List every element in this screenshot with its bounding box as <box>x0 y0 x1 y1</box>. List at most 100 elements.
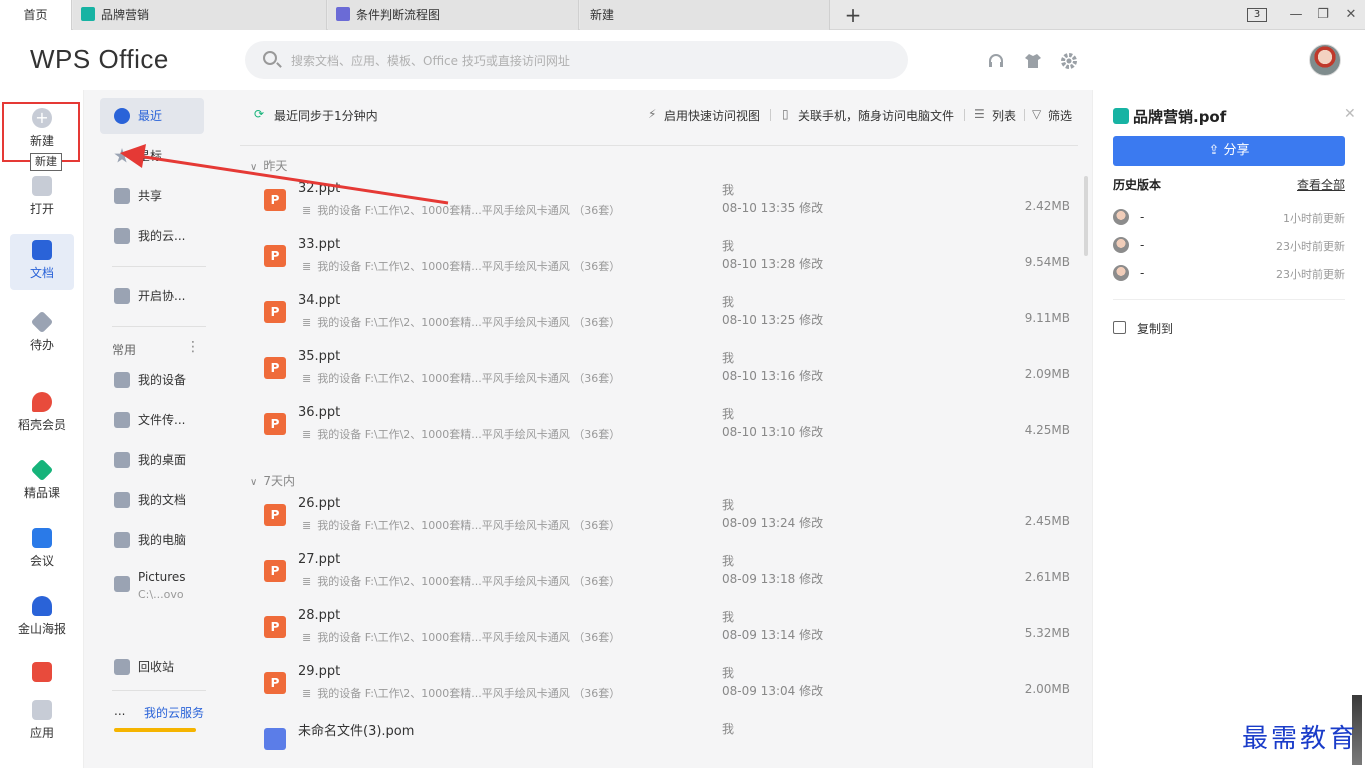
copy-to-button[interactable]: 复制到 <box>1137 320 1173 337</box>
tab-brand-marketing[interactable]: 品牌营销 <box>73 0 327 30</box>
view-all-link[interactable]: 查看全部 <box>1297 176 1345 193</box>
tab-flowchart[interactable]: 条件判断流程图 <box>328 0 579 30</box>
tooltip: 新建 <box>30 153 62 171</box>
separator <box>1024 109 1025 121</box>
headset-icon[interactable] <box>987 52 1005 70</box>
close-button[interactable]: ✕ <box>1338 0 1364 30</box>
subnav-label: 我的云... <box>138 229 186 243</box>
history-row[interactable]: - 23小时前更新 <box>1113 264 1345 286</box>
subnav-label: 我的设备 <box>138 373 187 387</box>
nav-docs-button[interactable]: 文档 <box>10 234 74 290</box>
quick-view-button[interactable]: 启用快速访问视图 <box>664 107 760 124</box>
nav-label: 文档 <box>29 266 54 280</box>
file-modified-time: 08-10 13:16 修改 <box>722 369 824 383</box>
subnav-device[interactable]: 我的设备 <box>100 362 204 398</box>
subnav-label: 我的电脑 <box>138 533 187 547</box>
nav-poster-button[interactable]: 金山海报 <box>10 590 74 646</box>
subnav-mypc[interactable]: 我的电脑 <box>100 522 204 558</box>
skin-shirt-icon[interactable] <box>1024 52 1042 70</box>
subnav-cloud[interactable]: 我的云... <box>100 218 204 254</box>
nav-meeting-button[interactable]: 会议 <box>10 522 74 578</box>
gear-icon[interactable] <box>1060 52 1078 70</box>
todo-icon <box>30 310 54 334</box>
subnav-star[interactable]: 星标 <box>100 138 204 174</box>
history-row[interactable]: - 23小时前更新 <box>1113 236 1345 258</box>
subnav-desktop[interactable]: 我的桌面 <box>100 442 204 478</box>
nav-apps-button[interactable]: 应用 <box>10 694 74 750</box>
group-yesterday[interactable]: 昨天 <box>250 157 287 174</box>
file-row[interactable]: P 33.ppt 我的设备 F:\工作\2、1000套精...平风手绘风卡通风 （3… <box>240 231 1078 287</box>
watermark: 最需教育 <box>1242 724 1359 754</box>
file-row[interactable]: P 32.ppt 我的设备 F:\工作\2、1000套精...平风手绘风卡通风 （3… <box>240 175 1078 231</box>
file-list-panel: ⟳ 最近同步于1分钟内 ⚡ 启用快速访问视图 ▯ 关联手机，随身访问电脑文件 ☰… <box>224 90 1090 768</box>
ppt-file-icon: P <box>264 189 286 211</box>
restore-button[interactable]: ❐ <box>1310 0 1336 30</box>
tab-new[interactable]: 新建 <box>580 0 830 30</box>
nav-course-button[interactable]: 精品课 <box>10 454 74 510</box>
wps-logo: WPS Office <box>30 44 169 74</box>
history-row[interactable]: - 1小时前更新 <box>1113 208 1345 230</box>
trash-icon <box>114 659 130 675</box>
file-row[interactable]: P 27.ppt 我的设备 F:\工作\2、1000套精...平风手绘风卡通风 （3… <box>240 546 1078 602</box>
cloud-service-link[interactable]: 我的云服务 <box>144 704 204 721</box>
scrollbar[interactable] <box>1084 176 1088 256</box>
history-name: - <box>1140 266 1145 280</box>
nav-label: 会议 <box>29 554 54 568</box>
close-icon[interactable]: ✕ <box>1344 106 1356 122</box>
ppt-file-icon: P <box>264 357 286 379</box>
subnav-mydocs[interactable]: 我的文档 <box>100 482 204 518</box>
file-modified-time: 08-10 13:35 修改 <box>722 201 824 215</box>
file-owner: 我 <box>722 295 735 309</box>
add-tab-button[interactable]: + <box>838 0 868 30</box>
avatar[interactable] <box>1309 44 1341 76</box>
nav-member-button[interactable]: 稻壳会员 <box>10 386 74 442</box>
share-icon: ⇪ <box>1208 143 1224 158</box>
link-phone-button[interactable]: 关联手机，随身访问电脑文件 <box>798 107 954 124</box>
file-path: 我的设备 F:\工作\2、1000套精...平风手绘风卡通风 （36套） <box>302 573 620 589</box>
file-row[interactable]: P 35.ppt 我的设备 F:\工作\2、1000套精...平风手绘风卡通风 （3… <box>240 343 1078 399</box>
detail-file-title: 品牌营销.pof <box>1133 108 1227 126</box>
subnav-recent[interactable]: 最近 <box>100 98 204 134</box>
subnav-recycle[interactable]: 回收站 <box>100 649 204 685</box>
tab-home[interactable]: 首页 <box>0 0 72 30</box>
ppt-file-icon: P <box>264 413 286 435</box>
subnav-label: 回收站 <box>138 660 175 674</box>
pictures-path: C:\...ovo <box>138 588 184 601</box>
file-row[interactable]: P 34.ppt 我的设备 F:\工作\2、1000套精...平风手绘风卡通风 （3… <box>240 287 1078 343</box>
subnav-label: 我的文档 <box>138 493 187 507</box>
file-owner: 我 <box>722 554 735 568</box>
group-week[interactable]: 7天内 <box>250 472 295 489</box>
file-detail-panel: 品牌营销.pof ✕ ⇪ 分享 历史版本 查看全部 - 1小时前更新 - 23小时前… <box>1092 90 1365 768</box>
nav-gift-button[interactable] <box>10 656 74 692</box>
minimize-button[interactable]: — <box>1283 0 1309 30</box>
ppt-file-icon: P <box>264 245 286 267</box>
search-input[interactable]: 搜索文档、应用、模板、Office 技巧或直接访问网址 <box>245 41 908 79</box>
file-size: 9.11MB <box>1024 311 1070 325</box>
file-row[interactable]: P 36.ppt 我的设备 F:\工作\2、1000套精...平风手绘风卡通风 （3… <box>240 399 1078 455</box>
file-row[interactable]: P 26.ppt 我的设备 F:\工作\2、1000套精...平风手绘风卡通风 （3… <box>240 490 1078 546</box>
divider <box>112 266 206 267</box>
share-button[interactable]: ⇪ 分享 <box>1113 136 1345 166</box>
avatar <box>1113 265 1129 281</box>
file-row[interactable]: P 28.ppt 我的设备 F:\工作\2、1000套精...平风手绘风卡通风 （3… <box>240 602 1078 658</box>
filter-button[interactable]: 筛选 <box>1048 107 1072 124</box>
divider <box>112 690 206 691</box>
cloud-more-dots[interactable]: ... <box>114 704 125 718</box>
file-row[interactable]: 未命名文件(3).pom 我 <box>240 714 1078 768</box>
subnav-transfer[interactable]: 文件传... <box>100 402 204 438</box>
nav-todo-button[interactable]: 待办 <box>10 306 74 362</box>
desktop-folder-icon <box>114 452 130 468</box>
nav-open-button[interactable]: 打开 <box>10 170 74 226</box>
file-row[interactable]: P 29.ppt 我的设备 F:\工作\2、1000套精...平风手绘风卡通风 （3… <box>240 658 1078 714</box>
divider <box>1113 299 1345 300</box>
subnav-share[interactable]: 共享 <box>100 178 204 214</box>
file-name: 28.ppt <box>298 608 341 623</box>
more-dots-icon[interactable]: ⋮ <box>186 339 200 355</box>
subnav-collab[interactable]: 开启协... <box>100 278 204 314</box>
subnav-pictures[interactable]: Pictures C:\...ovo <box>100 564 204 604</box>
history-heading: 历史版本 <box>1113 178 1162 192</box>
tab-count-icon[interactable]: 3 <box>1247 8 1267 22</box>
list-view-button[interactable]: 列表 <box>992 107 1016 124</box>
lightning-icon: ⚡ <box>648 107 657 121</box>
file-size: 5.32MB <box>1024 626 1070 640</box>
